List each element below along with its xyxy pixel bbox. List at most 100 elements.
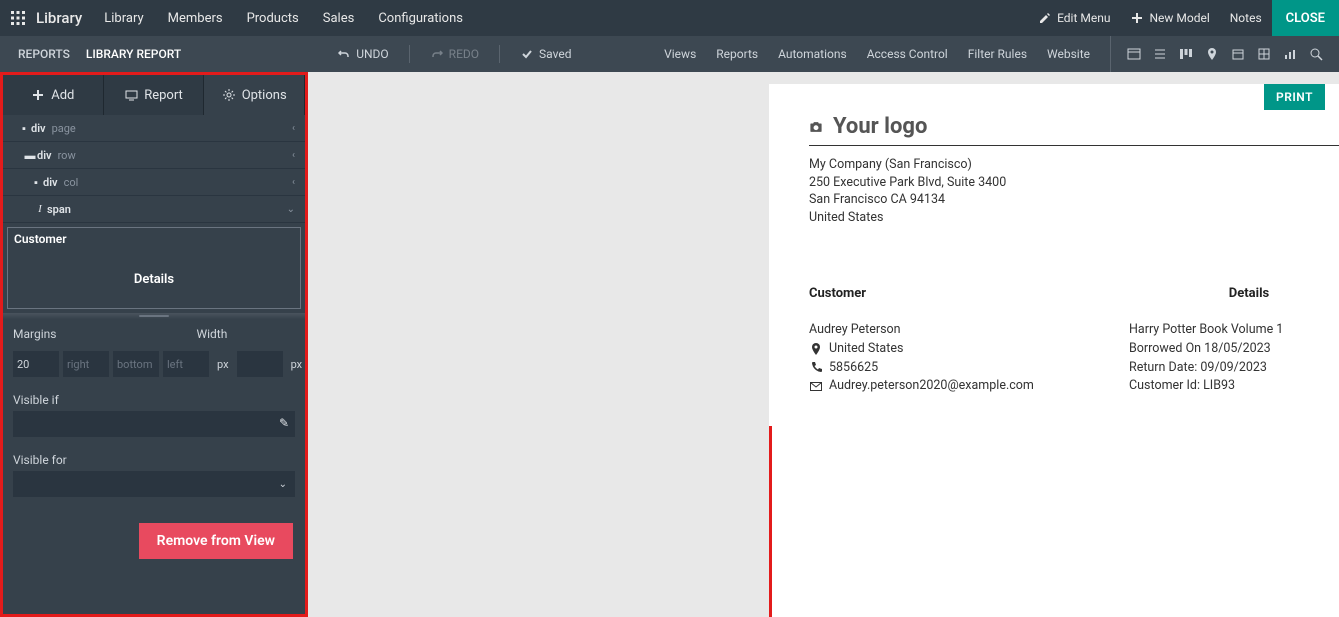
app-brand[interactable]: Library xyxy=(36,9,92,27)
customer-column: Customer Audrey Peterson United States 5… xyxy=(809,286,1129,396)
logo-placeholder: Your logo xyxy=(833,114,927,139)
margins-label: Margins xyxy=(13,327,56,341)
view-search-icon[interactable] xyxy=(1303,36,1329,72)
view-kanban-icon[interactable] xyxy=(1173,36,1199,72)
row-icon: ▬ xyxy=(23,148,37,162)
map-pin-icon xyxy=(809,342,823,356)
nav-members[interactable]: Members xyxy=(156,0,235,36)
chevron-left-icon: ‹ xyxy=(292,177,295,188)
undo-icon xyxy=(337,47,351,61)
detail-customer-id: Customer Id: LIB93 xyxy=(1129,377,1339,396)
plus-icon xyxy=(31,88,45,102)
plus-icon xyxy=(1130,11,1144,25)
company-address: My Company (San Francisco) 250 Executive… xyxy=(809,156,1339,226)
visible-if-label: Visible if xyxy=(13,393,295,407)
view-form-icon[interactable] xyxy=(1121,36,1147,72)
redo-icon xyxy=(430,47,444,61)
width-unit: px xyxy=(287,358,307,371)
folder-icon: ▪ xyxy=(29,175,43,189)
saved-indicator: Saved xyxy=(512,36,579,72)
chevron-down-icon: ⌄ xyxy=(279,479,287,490)
breadcrumb-library-report[interactable]: LIBRARY REPORT xyxy=(78,47,189,61)
link-automations[interactable]: Automations xyxy=(768,36,857,72)
top-navbar: Library Library Members Products Sales C… xyxy=(0,0,1339,36)
edit-menu-link[interactable]: Edit Menu xyxy=(1028,0,1120,36)
divider xyxy=(499,45,500,63)
pencil-icon: ✎ xyxy=(279,416,289,430)
visible-if-input[interactable]: ✎ xyxy=(13,411,295,437)
link-website[interactable]: Website xyxy=(1037,36,1100,72)
margin-right-input[interactable] xyxy=(63,351,109,377)
check-icon xyxy=(520,47,534,61)
new-model-label: New Model xyxy=(1149,11,1209,25)
element-tree: ▪ div page ‹ ▬ div row ‹ ▪ div col ‹ I s… xyxy=(3,115,305,223)
details-column: Details Harry Potter Book Volume 1 Borro… xyxy=(1129,286,1339,396)
detail-return: Return Date: 09/09/2023 xyxy=(1129,359,1339,378)
detail-borrowed: Borrowed On 18/05/2023 xyxy=(1129,340,1339,359)
link-filter-rules[interactable]: Filter Rules xyxy=(958,36,1037,72)
link-views[interactable]: Views xyxy=(654,36,706,72)
print-button[interactable]: PRINT xyxy=(1264,84,1325,110)
nav-library[interactable]: Library xyxy=(92,0,155,36)
close-button[interactable]: CLOSE xyxy=(1272,0,1339,36)
detail-book: Harry Potter Book Volume 1 xyxy=(1129,321,1339,340)
remove-from-view-button[interactable]: Remove from View xyxy=(139,523,293,559)
customer-country: United States xyxy=(829,340,903,359)
link-reports[interactable]: Reports xyxy=(706,36,768,72)
tree-node-span[interactable]: I span ⌄ xyxy=(3,196,305,223)
monitor-icon xyxy=(124,88,138,102)
pencil-icon xyxy=(1038,11,1052,25)
text-icon: I xyxy=(33,202,47,216)
nav-products[interactable]: Products xyxy=(235,0,311,36)
edit-menu-label: Edit Menu xyxy=(1057,11,1110,25)
view-list-icon[interactable] xyxy=(1147,36,1173,72)
chevron-left-icon: ‹ xyxy=(292,150,295,161)
report-page[interactable]: Your logo My Company (San Francisco) 250… xyxy=(769,84,1339,426)
tab-options[interactable]: Options xyxy=(204,75,305,115)
breadcrumb-reports[interactable]: REPORTS xyxy=(10,47,78,61)
phone-icon xyxy=(809,361,823,375)
folder-icon: ▪ xyxy=(17,121,31,135)
nav-sales[interactable]: Sales xyxy=(311,0,367,36)
tab-report[interactable]: Report xyxy=(104,75,205,115)
report-canvas: PRINT Your logo My Company (San Francisc… xyxy=(308,72,1339,617)
envelope-icon xyxy=(809,380,823,394)
customer-phone: 5856625 xyxy=(829,359,878,378)
margin-unit: px xyxy=(213,358,233,371)
customer-name: Audrey Peterson xyxy=(809,321,1129,340)
width-label: Width xyxy=(196,327,227,341)
tab-add[interactable]: Add xyxy=(3,75,104,115)
view-pivot-icon[interactable] xyxy=(1251,36,1277,72)
tree-node-col[interactable]: ▪ div col ‹ xyxy=(3,169,305,196)
tree-node-page[interactable]: ▪ div page ‹ xyxy=(3,115,305,142)
width-input[interactable] xyxy=(237,351,283,377)
margin-top-input[interactable] xyxy=(13,351,59,377)
new-model-link[interactable]: New Model xyxy=(1120,0,1219,36)
editor-sidebar: Add Report Options ▪ div page ‹ ▬ div ro… xyxy=(0,72,308,617)
notes-link[interactable]: Notes xyxy=(1220,0,1272,36)
view-calendar-icon[interactable] xyxy=(1225,36,1251,72)
redo-button[interactable]: REDO xyxy=(422,36,487,72)
details-heading: Details xyxy=(1049,286,1339,301)
apps-grid-icon[interactable] xyxy=(0,0,36,36)
tree-node-row[interactable]: ▬ div row ‹ xyxy=(3,142,305,169)
gear-icon xyxy=(222,88,236,102)
preview-body: Details xyxy=(8,250,300,308)
selected-element-preview[interactable]: Customer Details xyxy=(7,227,301,309)
undo-button[interactable]: UNDO xyxy=(329,36,396,72)
visible-for-select[interactable]: ⌄ xyxy=(13,471,295,497)
secondary-toolbar: REPORTS LIBRARY REPORT UNDO REDO Saved V… xyxy=(0,36,1339,72)
divider xyxy=(409,45,410,63)
link-access-control[interactable]: Access Control xyxy=(857,36,958,72)
camera-icon xyxy=(809,120,823,134)
preview-header: Customer xyxy=(8,228,300,250)
view-map-icon[interactable] xyxy=(1199,36,1225,72)
view-graph-icon[interactable] xyxy=(1277,36,1303,72)
nav-configurations[interactable]: Configurations xyxy=(366,0,475,36)
visible-for-label: Visible for xyxy=(13,453,295,467)
chevron-left-icon: ‹ xyxy=(292,123,295,134)
margin-left-input[interactable] xyxy=(163,351,209,377)
customer-email: Audrey.peterson2020@example.com xyxy=(829,377,1034,396)
chevron-down-icon: ⌄ xyxy=(287,204,295,215)
margin-bottom-input[interactable] xyxy=(113,351,159,377)
